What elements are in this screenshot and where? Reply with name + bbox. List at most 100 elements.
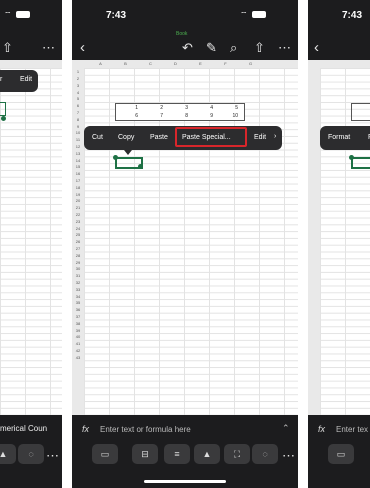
cell-value[interactable]: 2 [143,105,163,111]
right-sheet[interactable] [308,60,370,415]
more-icon[interactable]: ⋯ [46,449,59,462]
back-icon[interactable]: ‹ [314,40,319,55]
menu-item[interactable]: r [0,76,2,83]
search-icon[interactable]: ⌕ [230,41,237,54]
row-label[interactable]: 7 [72,110,84,115]
column-label[interactable]: E [188,61,213,66]
column-label[interactable]: A [88,61,113,66]
selection-handle-end[interactable] [138,164,143,169]
row-label[interactable]: 14 [72,158,84,163]
row-label[interactable]: 3 [72,83,84,88]
row-label[interactable]: 38 [72,321,84,326]
cell-value[interactable]: 7 [143,113,163,119]
row-label[interactable]: 24 [72,226,84,231]
formula-input[interactable]: Enter text or formula here [100,425,191,434]
row-label[interactable]: 42 [72,348,84,353]
row-label[interactable]: 21 [72,205,84,210]
row-label[interactable]: 40 [72,334,84,339]
row-label[interactable]: 29 [72,260,84,265]
row-label[interactable]: 5 [72,96,84,101]
column-label[interactable]: F [213,61,238,66]
undo-icon[interactable]: ↶ [182,41,193,54]
selection-handle[interactable] [1,116,6,121]
cell-value[interactable]: 3 [168,105,188,111]
spreadsheet-grid[interactable]: A B C D E F G 1 2 3 4 5 6 7 8 9 10 11 12… [72,60,298,415]
cell-value[interactable]: 5 [218,105,238,111]
row-label[interactable]: 27 [72,246,84,251]
column-label[interactable]: G [238,61,263,66]
column-label[interactable]: B [113,61,138,66]
row-label[interactable]: 15 [72,164,84,169]
row-label[interactable]: 19 [72,192,84,197]
row-label[interactable]: 10 [72,130,84,135]
row-label[interactable]: 6 [72,103,84,108]
row-label[interactable]: 43 [72,355,84,360]
row-label[interactable]: 17 [72,178,84,183]
cell-value[interactable]: 10 [218,113,238,119]
row-label[interactable]: 35 [72,300,84,305]
fill-color-button[interactable]: ▲ [194,444,220,464]
left-selected-cell[interactable] [0,102,6,116]
edit-menu-item[interactable]: Edit [254,134,266,141]
row-label[interactable]: 25 [72,232,84,237]
row-label[interactable]: 32 [72,280,84,285]
cell-value[interactable]: 4 [193,105,213,111]
row-label[interactable]: 18 [72,185,84,190]
copy-menu-item[interactable]: Copy [118,134,134,141]
left-sheet[interactable] [0,60,62,415]
format-button[interactable]: ▲ [0,444,16,464]
paste-special-menu-item[interactable]: Paste Special... [182,134,231,141]
more-icon[interactable]: ⋯ [282,449,295,462]
cell-format-button[interactable]: ▭ [92,444,118,464]
menu-item-edit[interactable]: Edit [20,76,32,83]
paste-menu-item[interactable]: Paste [150,134,168,141]
cell-value[interactable]: 1 [118,105,138,111]
row-label[interactable]: 23 [72,219,84,224]
row-label[interactable]: 20 [72,198,84,203]
row-label[interactable]: 26 [72,239,84,244]
cell-value[interactable]: 9 [193,113,213,119]
row-label[interactable]: 30 [72,266,84,271]
back-icon[interactable]: ‹ [80,40,85,55]
row-label[interactable]: 22 [72,212,84,217]
right-selected-cell[interactable] [351,157,370,169]
selection-handle-start[interactable] [113,155,118,160]
row-label[interactable]: 13 [72,151,84,156]
column-label[interactable]: C [138,61,163,66]
cell-value[interactable]: 6 [118,113,138,119]
formula-input[interactable]: Enter tex [336,425,368,434]
filter-button[interactable]: ≡ [164,444,190,464]
row-label[interactable]: 33 [72,287,84,292]
row-label[interactable]: 16 [72,171,84,176]
row-label[interactable]: 39 [72,328,84,333]
row-label[interactable]: 36 [72,307,84,312]
share-icon[interactable]: ⇧ [2,41,13,54]
column-label[interactable]: D [163,61,188,66]
row-label[interactable]: 1 [72,69,84,74]
share-icon[interactable]: ⇧ [254,41,265,54]
ideas-button[interactable]: ◌ [252,444,278,464]
lightbulb-button[interactable]: ◌ [18,444,44,464]
more-menu-arrow[interactable]: › [274,133,276,140]
table-button[interactable]: ⊟ [132,444,158,464]
more-icon[interactable]: ⋯ [278,41,291,54]
chevron-up-icon[interactable]: ⌃ [282,423,290,434]
cut-menu-item[interactable]: Cut [92,134,103,141]
row-label[interactable]: 2 [72,76,84,81]
row-label[interactable]: 8 [72,117,84,122]
row-label[interactable]: 11 [72,137,84,142]
row-label[interactable]: 41 [72,341,84,346]
select-button[interactable]: ⛶ [224,444,250,464]
row-label[interactable]: 37 [72,314,84,319]
row-label[interactable]: 4 [72,90,84,95]
cell-value[interactable]: 8 [168,113,188,119]
cell-format-button[interactable]: ▭ [328,444,354,464]
draw-icon[interactable]: ✎ [206,41,217,54]
more-icon[interactable]: ⋯ [42,41,55,54]
row-label[interactable]: 12 [72,144,84,149]
row-label[interactable]: 31 [72,273,84,278]
row-label[interactable]: 9 [72,124,84,129]
row-label[interactable]: 28 [72,253,84,258]
selection-handle[interactable] [349,155,354,160]
row-label[interactable]: 34 [72,294,84,299]
